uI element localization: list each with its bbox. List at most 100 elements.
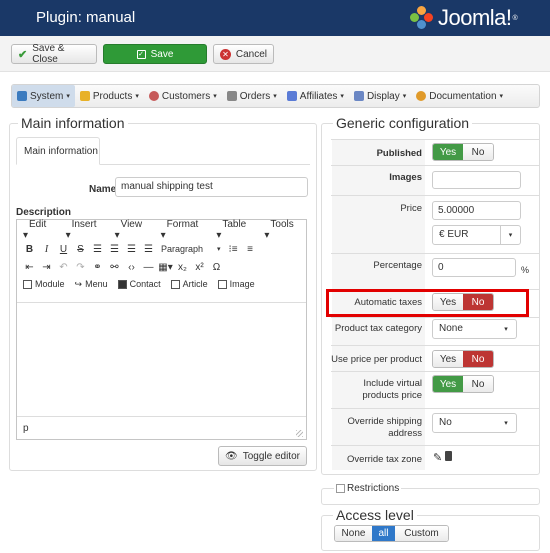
link-icon[interactable]: ⚭ [89, 259, 106, 275]
percentage-input[interactable]: 0 [432, 258, 516, 277]
underline-icon[interactable]: U [55, 241, 72, 257]
access-all-button[interactable]: all [372, 526, 395, 541]
chart-icon [286, 91, 297, 101]
insert-article-button[interactable]: Article [170, 279, 208, 289]
menu-orders[interactable]: Orders ▾ [222, 85, 282, 107]
undo-icon[interactable]: ↶ [55, 259, 72, 275]
align-justify-icon[interactable]: ☰ [140, 241, 157, 257]
page-title: Plugin: manual [36, 9, 136, 26]
cancel-button[interactable]: ✕ Cancel [213, 44, 274, 64]
override-address-label-2: address [388, 428, 422, 439]
redo-icon[interactable]: ↷ [72, 259, 89, 275]
resize-grip-icon[interactable] [296, 430, 303, 437]
menu-system[interactable]: System ▾ [12, 85, 75, 107]
save-close-button[interactable]: ✔ Save & Close [11, 43, 97, 65]
strikethrough-icon[interactable]: S [72, 241, 89, 257]
edit-pencil-icon[interactable]: ✎ [433, 451, 442, 464]
price-input[interactable]: 5.00000 [432, 201, 521, 220]
insert-menu-button[interactable]: ↪ Menu [75, 279, 108, 290]
editor-path: p [23, 423, 29, 434]
menu-display[interactable]: Display ▾ [349, 85, 411, 107]
use-price-no[interactable]: No [463, 351, 493, 367]
menu-documentation[interactable]: Documentation ▾ [411, 85, 508, 107]
save-button[interactable]: ✓ Save [103, 44, 207, 64]
align-right-icon[interactable]: ☰ [123, 241, 140, 257]
menu-affiliates[interactable]: Affiliates ▾ [282, 85, 349, 107]
numbered-list-icon[interactable]: ≡ [242, 241, 259, 257]
images-input[interactable] [432, 171, 521, 189]
caret-down-icon: ▾ [402, 93, 407, 100]
insert-contact-button[interactable]: Contact [117, 279, 161, 289]
caret-down-icon: ▾ [135, 93, 139, 100]
include-virtual-yes[interactable]: Yes [433, 376, 463, 392]
editor-menu-tools[interactable]: Tools ▾ [258, 219, 306, 241]
include-virtual-no[interactable]: No [463, 376, 493, 392]
menu-products[interactable]: Products ▾ [75, 85, 144, 107]
save-close-label: Save & Close [32, 43, 65, 65]
horizontal-rule-icon[interactable]: — [140, 259, 157, 275]
generic-config-legend: Generic configuration [333, 115, 473, 131]
caret-down-icon: ▾ [340, 93, 344, 100]
menu-customers[interactable]: Customers ▾ [144, 85, 222, 107]
italic-icon[interactable]: I [38, 241, 55, 257]
caret-down-icon: ▾ [504, 420, 508, 427]
published-yes[interactable]: Yes [433, 144, 463, 160]
access-custom-button[interactable]: Custom [395, 526, 448, 541]
name-input[interactable]: manual shipping test [115, 177, 308, 197]
menu-system-label: System [30, 90, 64, 102]
toolbar: ✔ Save & Close ✓ Save ✕ Cancel [0, 36, 550, 72]
code-icon[interactable]: ‹› [123, 259, 140, 275]
superscript-icon[interactable]: x² [191, 259, 208, 275]
joomla-logo: Joomla! ® [410, 4, 518, 32]
indent-icon[interactable]: ⇥ [38, 259, 55, 275]
outdent-icon[interactable]: ⇤ [21, 259, 38, 275]
override-address-select[interactable]: No ▾ [432, 413, 517, 433]
use-price-yes[interactable]: Yes [433, 351, 463, 367]
editor-menu-edit[interactable]: Edit ▾ [17, 219, 60, 241]
bullet-list-icon[interactable]: ⁝≡ [225, 241, 242, 257]
toggle-editor-button[interactable]: 👁 Toggle editor [218, 446, 307, 466]
published-toggle[interactable]: Yes No [432, 143, 494, 161]
editor-toolbar-row-1: B I U S ☰ ☰ ☰ ☰ Paragraph ▾ ⁝≡ ≡ [17, 240, 306, 258]
tab-main-information[interactable]: Main information [16, 137, 100, 165]
access-none-button[interactable]: None [335, 526, 372, 541]
subscript-icon[interactable]: x₂ [174, 259, 191, 275]
editor-menu-insert[interactable]: Insert ▾ [60, 219, 109, 241]
insert-module-button[interactable]: Module [23, 279, 65, 289]
align-left-icon[interactable]: ☰ [89, 241, 106, 257]
check-icon: ✔ [18, 48, 28, 61]
use-price-toggle[interactable]: Yes No [432, 350, 494, 368]
editor-content-area[interactable] [17, 302, 306, 415]
caret-down-icon: ▾ [499, 93, 504, 100]
restrictions-legend[interactable]: Restrictions [334, 483, 402, 494]
caret-down-icon: ▾ [213, 93, 217, 100]
bold-icon[interactable]: B [21, 241, 38, 257]
paragraph-select[interactable]: Paragraph ▾ [157, 244, 225, 254]
include-virtual-toggle[interactable]: Yes No [432, 375, 494, 393]
table-icon[interactable]: ▦▾ [157, 259, 174, 275]
currency-select[interactable]: € EUR ▾ [432, 225, 521, 245]
name-label: Name [89, 184, 117, 195]
access-level-group: None all Custom [334, 525, 449, 542]
tax-category-value: None [439, 323, 463, 334]
menu-products-label: Products [92, 90, 133, 102]
editor-menu-format[interactable]: Format ▾ [155, 219, 211, 241]
cancel-icon: ✕ [220, 48, 231, 60]
wrench-icon [17, 91, 27, 101]
published-no[interactable]: No [463, 144, 493, 160]
align-center-icon[interactable]: ☰ [106, 241, 123, 257]
omega-icon[interactable]: Ω [208, 259, 225, 275]
brand-registered: ® [512, 14, 518, 22]
cancel-label: Cancel [235, 48, 267, 60]
insert-image-button[interactable]: Image [217, 279, 255, 289]
editor-menu-view[interactable]: View ▾ [109, 219, 155, 241]
tax-category-select[interactable]: None ▾ [432, 319, 517, 339]
restrictions-checkbox[interactable] [336, 484, 345, 493]
restrictions-label: Restrictions [347, 483, 400, 494]
eye-icon: 👁 [225, 450, 238, 462]
unlink-icon[interactable]: ⚯ [106, 259, 123, 275]
trash-icon[interactable] [445, 451, 452, 461]
use-price-label: Use price per product [331, 354, 422, 365]
editor-menu-table[interactable]: Table ▾ [210, 219, 258, 241]
menu-customers-label: Customers [161, 90, 211, 102]
